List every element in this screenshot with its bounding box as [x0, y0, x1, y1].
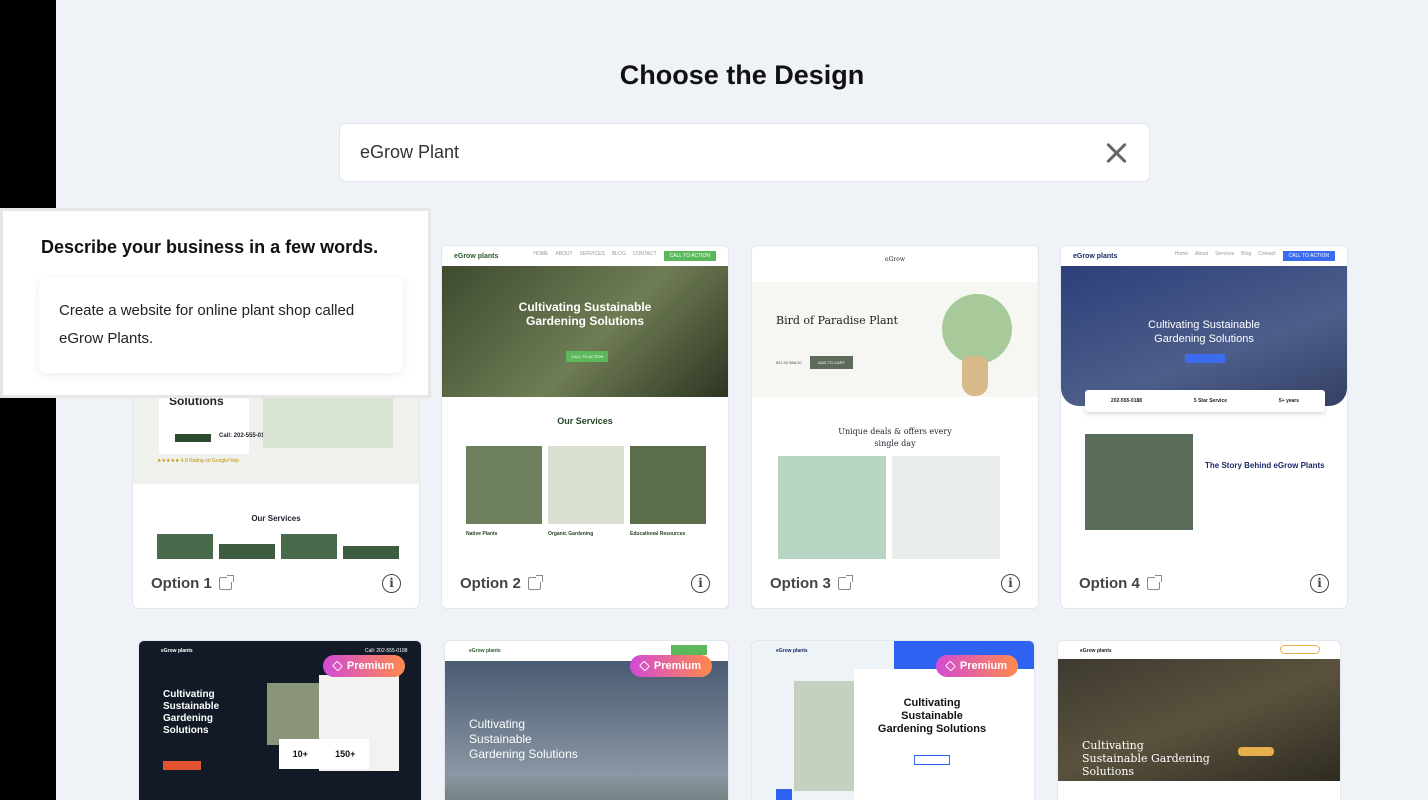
thumb-text: Educational Resources	[630, 531, 686, 537]
thumb-text: $42.00 $58.00	[776, 360, 802, 365]
option-label: Option 1	[151, 574, 212, 592]
thumb-text: 202-555-0188	[1110, 398, 1143, 404]
thumb-hero-text: Cultivating Sustainable Gardening Soluti…	[518, 300, 652, 328]
design-card-premium-3[interactable]: eGrow plants Cultivating Sustainable Gar…	[751, 640, 1035, 800]
info-icon[interactable]: i	[382, 573, 401, 593]
thumb-brand: eGrow plants	[1073, 252, 1118, 260]
thumb-hero-text: Cultivating Sustainable Gardening Soluti…	[1082, 739, 1210, 778]
premium-label: Premium	[653, 660, 701, 672]
card-footer: Option 3 i	[752, 558, 1038, 608]
option-label: Option 4	[1079, 574, 1140, 592]
design-thumbnail[interactable]: eGrow plants HOME ABOUT SERVICES BLOG CONTAC…	[442, 246, 728, 559]
thumb-text: 5+ years	[1278, 398, 1300, 404]
thumb-text: Unique deals & offers every single day	[838, 427, 952, 448]
search-box[interactable]	[339, 123, 1150, 182]
business-description-panel: Describe your business in a few words. C…	[0, 208, 431, 398]
thumb-hero-text: Cultivating Sustainable Gardening Soluti…	[469, 717, 578, 761]
external-link-icon[interactable]	[837, 574, 853, 590]
thumb-text: Call: 202-555-0188	[365, 648, 408, 654]
card-footer: Option 2 i	[442, 558, 728, 608]
external-link-icon[interactable]	[218, 574, 234, 590]
design-thumbnail[interactable]: eGrow Bird of Paradise Plant $42.00 $58.…	[752, 246, 1038, 559]
thumb-brand: eGrow	[885, 256, 905, 263]
thumb-brand: eGrow plants	[469, 648, 501, 654]
info-icon[interactable]: i	[1310, 573, 1329, 593]
thumb-brand: eGrow plants	[161, 648, 193, 654]
thumb-text: Native Plants	[466, 531, 498, 537]
premium-label: Premium	[959, 660, 1007, 672]
thumb-nav: eGrow plants Home About Services Blog Contac…	[1061, 246, 1347, 266]
description-text: Create a website for online plant shop c…	[39, 277, 403, 373]
premium-label: Premium	[346, 660, 394, 672]
card-footer: Option 4 i	[1061, 558, 1347, 608]
thumb-text: 5 Star Service	[1193, 398, 1228, 404]
thumb-text: ★★★★★ 4.8 Rating on Google/Yelp	[157, 458, 239, 464]
diamond-icon	[945, 660, 956, 672]
thumb-text: Organic Gardening	[548, 531, 594, 537]
description-heading: Describe your business in a few words.	[41, 237, 379, 257]
thumb-cta: CALL TO ACTION	[566, 351, 609, 362]
diamond-icon	[639, 660, 650, 672]
thumb-hero-text: Cultivating Sustainable Gardening Soluti…	[877, 697, 987, 735]
premium-badge: Premium	[322, 655, 405, 677]
left-panel-edge	[0, 0, 56, 800]
design-thumbnail[interactable]: eGrow plants Home About Services Blog Contac…	[1061, 246, 1347, 559]
clear-search-icon[interactable]	[1103, 140, 1129, 166]
external-link-icon[interactable]	[527, 574, 543, 590]
thumb-text: Our Services	[251, 514, 301, 523]
option-label: Option 2	[460, 574, 521, 592]
premium-badge: Premium	[935, 655, 1018, 677]
thumb-brand: eGrow plants	[454, 252, 499, 260]
thumb-text: 150+	[335, 749, 356, 759]
design-card-premium-4[interactable]: eGrow plants Cultivating Sustainable Gar…	[1057, 640, 1341, 800]
design-card-option-3[interactable]: eGrow Bird of Paradise Plant $42.00 $58.…	[751, 245, 1039, 609]
thumb-brand: eGrow plants	[776, 648, 808, 654]
premium-badge: Premium	[629, 655, 712, 677]
thumb-text: The Story Behind eGrow Plants	[1205, 461, 1325, 470]
thumb-hero-text: Cultivating Sustainable Gardening Soluti…	[1148, 319, 1260, 345]
design-card-option-4[interactable]: eGrow plants Home About Services Blog Contac…	[1060, 245, 1348, 609]
design-card-option-2[interactable]: eGrow plants HOME ABOUT SERVICES BLOG CONTAC…	[441, 245, 729, 609]
diamond-icon	[332, 660, 343, 672]
thumb-nav: eGrow plants HOME ABOUT SERVICES BLOG CONTAC…	[442, 246, 728, 266]
info-icon[interactable]: i	[691, 573, 710, 593]
external-link-icon[interactable]	[1146, 574, 1162, 590]
info-icon[interactable]: i	[1001, 573, 1020, 593]
option-label: Option 3	[770, 574, 831, 592]
thumb-hero-text: Cultivating Sustainable Gardening Soluti…	[163, 689, 220, 736]
design-card-premium-2[interactable]: eGrow plants Cultivating Sustainable Gar…	[444, 640, 729, 800]
page-title: Choose the Design	[619, 60, 865, 90]
thumb-text: 10+	[292, 749, 308, 759]
search-input[interactable]	[360, 142, 1103, 163]
thumb-brand: eGrow plants	[1080, 648, 1112, 654]
thumb-cta: ADD TO CART	[810, 356, 853, 369]
thumb-text: Bird of Paradise Plant	[776, 314, 899, 327]
design-card-premium-1[interactable]: eGrow plants Call: 202-555-0188 Cultivat…	[138, 640, 422, 800]
card-footer: Option 1 i	[133, 558, 419, 608]
thumb-text: Our Services	[557, 416, 613, 426]
